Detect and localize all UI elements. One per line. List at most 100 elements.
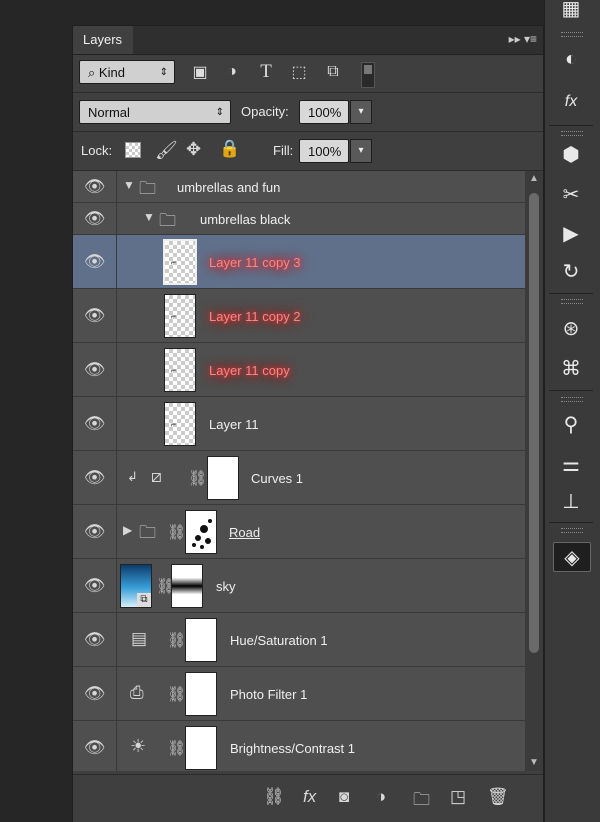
kind-dropdown[interactable]: ⌕ Kind ⇕ (79, 60, 175, 84)
layer-row-adjustment[interactable]: 👁 ▤ ⛓ Hue/Saturation 1 (73, 613, 525, 667)
channels-icon[interactable]: ⊛ (553, 314, 589, 342)
layer-row[interactable]: 👁 ⌐ Layer 11 copy 2 (73, 289, 525, 343)
history-icon[interactable]: ↻ (553, 257, 589, 285)
layers-icon[interactable]: ◈ (553, 542, 591, 572)
strip-grip[interactable] (561, 397, 583, 402)
new-adjustment-icon[interactable]: ◑ (376, 787, 386, 807)
layer-row-adjustment[interactable]: 👁 ☀ ⛓ Brightness/Contrast 1 (73, 721, 525, 771)
lock-position-icon[interactable]: ✥ (186, 139, 201, 160)
layer-row-group[interactable]: 👁 ▼ 🗀 umbrellas and fun (73, 171, 525, 203)
lock-row: Lock: 🖌 ✥ 🔒 Fill: 100% ▾ (73, 132, 543, 171)
clone-icon[interactable]: ⊥ (553, 487, 589, 515)
visibility-toggle[interactable]: 👁 (73, 397, 117, 450)
layer-mask-thumbnail[interactable] (185, 510, 217, 554)
lock-transparent-icon[interactable] (125, 142, 141, 158)
fx-icon[interactable]: fx (303, 787, 316, 807)
layer-list-scrollbar[interactable]: ▲ ▼ (525, 171, 543, 771)
link-chain-icon[interactable]: ⛓ (188, 469, 207, 487)
expand-triangle-icon[interactable]: ▼ (123, 178, 135, 192)
eye-icon: 👁 (83, 683, 106, 703)
tools-icon[interactable]: ✂ (553, 180, 589, 208)
blend-mode-dropdown[interactable]: Normal ⇕ (79, 100, 231, 124)
eye-icon: 👁 (83, 575, 106, 595)
tab-layers[interactable]: Layers (73, 26, 133, 54)
link-chain-icon[interactable]: ⛓ (167, 631, 186, 649)
opacity-field[interactable]: 100% (299, 100, 349, 124)
visibility-toggle[interactable]: 👁 (73, 203, 117, 234)
color-icon[interactable]: ◐ (553, 45, 589, 73)
eye-icon: 👁 (83, 413, 106, 433)
shape-filter-icon[interactable]: ⬚ (288, 61, 310, 83)
layer-row-adjustment[interactable]: 👁 ⎙ ⛓ Photo Filter 1 (73, 667, 525, 721)
scroll-up-arrow-icon[interactable]: ▲ (529, 173, 539, 184)
fill-label: Fill: (273, 143, 294, 158)
grid-icon[interactable]: ▦ (553, 0, 589, 22)
layer-row-group[interactable]: 👁 ▼ 🗀 umbrellas black (73, 203, 525, 235)
fill-field[interactable]: 100% (299, 139, 349, 163)
3d-icon[interactable]: ⬢ (553, 140, 589, 168)
paths-icon[interactable]: ⌘ (553, 354, 589, 382)
delete-layer-icon[interactable]: 🗑 (487, 787, 509, 807)
filter-toggle-switch[interactable] (361, 62, 375, 88)
add-mask-icon[interactable]: ◙ (339, 787, 349, 807)
type-filter-icon[interactable]: T (255, 61, 277, 83)
play-icon[interactable]: ▶ (553, 219, 589, 247)
visibility-toggle[interactable]: 👁 (73, 235, 117, 288)
visibility-toggle[interactable]: 👁 (73, 721, 117, 771)
scroll-thumb[interactable] (529, 193, 539, 653)
visibility-toggle[interactable]: 👁 (73, 343, 117, 396)
layer-mask-thumbnail[interactable] (185, 618, 217, 662)
visibility-toggle[interactable]: 👁 (73, 559, 117, 612)
strip-grip[interactable] (561, 299, 583, 304)
layer-row-selected[interactable]: 👁 ⌐ Layer 11 copy 3 (73, 235, 525, 289)
adjust-icon[interactable]: ⚌ (553, 450, 589, 478)
styles-icon[interactable]: fx (553, 88, 589, 116)
smart-object-filter-icon[interactable]: ⧉ (322, 61, 344, 83)
panel-menu-button[interactable]: ▸▸ ▾≡ (509, 32, 537, 46)
link-chain-icon[interactable]: ⛓ (167, 739, 186, 757)
layer-mask-thumbnail[interactable] (185, 672, 217, 716)
visibility-toggle[interactable]: 👁 (73, 171, 117, 202)
layer-name: Layer 11 copy (209, 363, 290, 378)
layers-panel: Layers ▸▸ ▾≡ ⌕ Kind ⇕ ▣ ◑ T ⬚ ⧉ Normal ⇕… (72, 25, 544, 822)
eye-icon: 👁 (83, 305, 106, 325)
layer-row[interactable]: 👁 ⌐ Layer 11 (73, 397, 525, 451)
scroll-down-arrow-icon[interactable]: ▼ (529, 757, 539, 768)
eye-icon: 👁 (83, 467, 106, 487)
eye-icon: 👁 (83, 629, 106, 649)
expand-triangle-icon[interactable]: ▼ (143, 210, 155, 224)
adjustment-filter-icon[interactable]: ◑ (221, 61, 243, 83)
visibility-toggle[interactable]: 👁 (73, 667, 117, 720)
visibility-toggle[interactable]: 👁 (73, 289, 117, 342)
collapse-triangle-icon[interactable]: ▶ (123, 523, 132, 537)
strip-grip[interactable] (561, 131, 583, 136)
image-filter-icon[interactable]: ▣ (189, 61, 211, 83)
layer-row[interactable]: 👁 ⌐ Layer 11 copy (73, 343, 525, 397)
link-chain-icon[interactable]: ⛓ (167, 685, 186, 703)
link-chain-icon[interactable]: ⛓ (167, 523, 186, 541)
layer-name: Photo Filter 1 (230, 687, 308, 702)
brush-presets-icon[interactable]: ⚲ (553, 410, 589, 438)
layer-name: Brightness/Contrast 1 (230, 741, 356, 756)
new-group-icon[interactable]: 🗀 (413, 787, 430, 816)
visibility-toggle[interactable]: 👁 (73, 613, 117, 666)
layer-row-group[interactable]: 👁 ▶ 🗀 ⛓ Road (73, 505, 525, 559)
strip-grip[interactable] (561, 32, 583, 37)
strip-grip[interactable] (561, 528, 583, 533)
new-layer-icon[interactable]: ◳ (450, 787, 466, 807)
layer-row-adjustment[interactable]: 👁 ↲ ⧄ ⛓ Curves 1 (73, 451, 525, 505)
visibility-toggle[interactable]: 👁 (73, 505, 117, 558)
visibility-toggle[interactable]: 👁 (73, 451, 117, 504)
layer-row-smart-object[interactable]: 👁 ⧉ ⛓ sky (73, 559, 525, 613)
layer-mask-thumbnail[interactable] (185, 726, 217, 770)
opacity-dropdown-button[interactable]: ▾ (350, 100, 372, 124)
link-layers-icon[interactable]: ⛓ (263, 787, 285, 807)
lock-all-icon[interactable]: 🔒 (219, 139, 240, 159)
layer-mask-thumbnail[interactable] (207, 456, 239, 500)
right-tool-strip: ▦ ◐ fx ⬢ ✂ ▶ ↻ ⊛ ⌘ ⚲ ⚌ ⊥ ◈ (544, 0, 600, 822)
fill-dropdown-button[interactable]: ▾ (350, 139, 372, 163)
updown-arrows-icon: ⇕ (215, 107, 224, 118)
layer-mask-thumbnail[interactable] (171, 564, 203, 608)
lock-pixels-brush-icon[interactable]: 🖌 (155, 140, 178, 161)
hue-saturation-adjustment-icon: ▤ (131, 629, 148, 648)
